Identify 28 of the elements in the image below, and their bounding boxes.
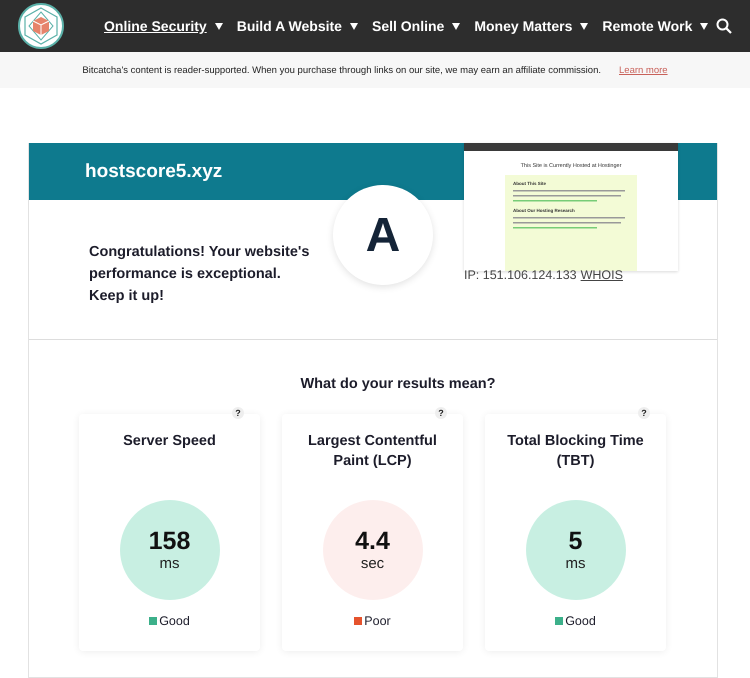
metric-value: 5 — [568, 528, 582, 555]
nav-item[interactable]: Build A Website — [236, 18, 358, 34]
grade-badge: A — [333, 185, 433, 285]
nav-item[interactable]: Remote Work — [602, 18, 708, 34]
metric-title: Server Speed — [122, 432, 217, 451]
nav-item[interactable]: Money Matters — [474, 18, 588, 34]
metric-title: Total Blocking Time (TBT) — [506, 432, 645, 471]
status-label: Good — [159, 614, 190, 628]
domain-title: hostscore5.xyz — [85, 160, 222, 182]
status-label: Good — [565, 614, 596, 628]
nav-item[interactable]: Online Security — [104, 18, 223, 34]
section-title: What do your results mean? — [300, 376, 496, 392]
metric-value: 158 — [148, 528, 190, 555]
ip-address: IP: 151.106.124.133 — [464, 268, 577, 282]
help-badge[interactable]: ? — [435, 407, 447, 419]
metric-title: Largest Contentful Paint (LCP) — [307, 432, 438, 471]
result-message: Congratulations! Your website's performance is exceptional. Keep it up! — [89, 243, 310, 306]
help-badge[interactable]: ? — [638, 407, 650, 419]
learn-more-link[interactable]: Learn more — [619, 64, 668, 76]
metric-unit: sec — [360, 554, 384, 572]
status-label: Poor — [364, 614, 391, 628]
metric-unit: ms — [160, 554, 180, 572]
nav-item[interactable]: Sell Online — [372, 18, 460, 34]
help-badge[interactable]: ? — [232, 407, 244, 419]
notice-text: Bitcatcha's content is reader-supported. When you purchase through links on our site, we may earn an affiliate commission. — [82, 64, 601, 76]
whois-link[interactable]: WHOIS — [580, 268, 623, 282]
metric-value: 4.4 — [355, 528, 390, 555]
metric-unit: ms — [566, 554, 586, 572]
